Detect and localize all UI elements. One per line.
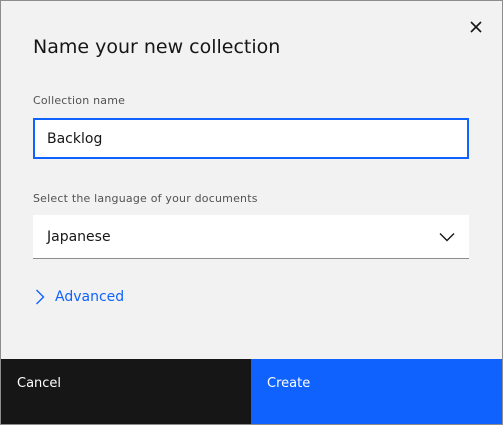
collection-name-input[interactable] — [33, 118, 469, 159]
create-button[interactable]: Create — [251, 359, 502, 424]
cancel-button[interactable]: Cancel — [1, 359, 251, 424]
modal-title: Name your new collection — [33, 36, 281, 58]
modal-footer: Cancel Create — [1, 359, 502, 424]
collection-name-label: Collection name — [33, 94, 126, 107]
chevron-down-icon — [439, 232, 455, 242]
advanced-label: Advanced — [55, 289, 125, 305]
close-icon — [470, 21, 482, 33]
language-select[interactable]: Japanese — [33, 215, 469, 259]
new-collection-modal: Name your new collection Collection name… — [0, 0, 503, 425]
language-label: Select the language of your documents — [33, 192, 258, 205]
close-button[interactable] — [466, 17, 486, 37]
language-selected-value: Japanese — [47, 228, 111, 245]
advanced-toggle[interactable]: Advanced — [35, 289, 124, 305]
chevron-right-icon — [36, 289, 45, 305]
